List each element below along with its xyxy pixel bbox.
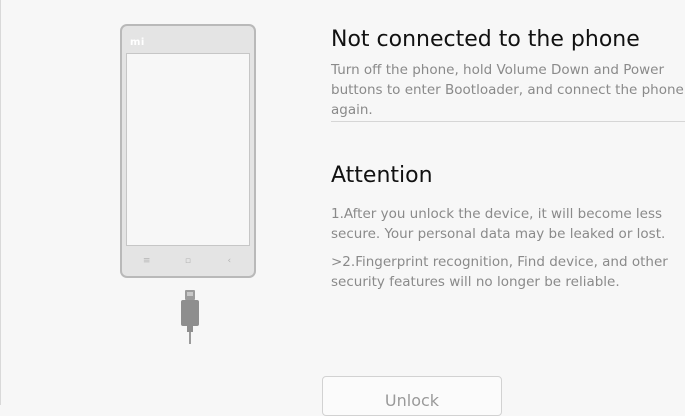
back-key-icon: ‹ xyxy=(227,256,232,266)
section-divider xyxy=(331,121,685,122)
connection-instructions: Turn off the phone, hold Volume Down and… xyxy=(331,62,684,118)
mi-logo: mi xyxy=(130,37,145,48)
window-left-border xyxy=(0,0,1,405)
connection-section: Not connected to the phone Turn off the … xyxy=(331,26,685,122)
attention-section: Attention 1.After you unlock the device,… xyxy=(331,162,685,292)
phone-screen xyxy=(126,53,250,246)
phone-illustration: mi ≡ ▫ ‹ xyxy=(120,24,256,278)
attention-item-1: 1.After you unlock the device, it will b… xyxy=(331,206,666,242)
usb-cable-icon xyxy=(181,290,199,344)
connection-title: Not connected to the phone xyxy=(331,27,640,52)
attention-title: Attention xyxy=(331,163,433,188)
menu-key-icon: ≡ xyxy=(142,256,151,266)
home-key-icon: ▫ xyxy=(184,256,192,266)
unlock-button[interactable]: Unlock xyxy=(322,376,502,416)
attention-item-2: >2.Fingerprint recognition, Find device,… xyxy=(331,254,668,290)
phone-nav-bar: ≡ ▫ ‹ xyxy=(126,252,250,270)
